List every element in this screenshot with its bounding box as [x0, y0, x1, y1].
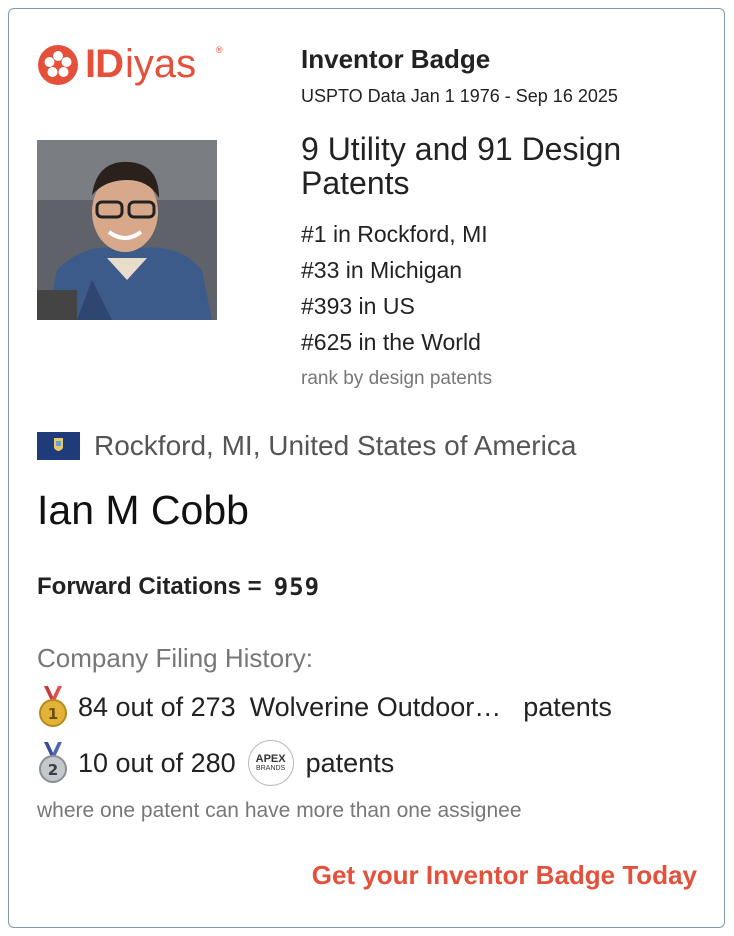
filing-count: 10 out of 280 [78, 747, 236, 778]
patents-suffix: patents [523, 691, 612, 722]
citations-value: 959 [273, 573, 321, 601]
company-name[interactable]: Wolverine Outdoor… [250, 692, 502, 723]
forward-citations: Forward Citations = 959 [37, 573, 320, 601]
data-range: USPTO Data Jan 1 1976 - Sep 16 2025 [301, 86, 618, 106]
filing-history-row: 2 10 out of 280 APEX BRANDS patents [37, 740, 394, 786]
flower-logo-icon [38, 45, 78, 85]
registered-mark: ® [216, 45, 223, 55]
logo-iyas-text: iyas [125, 42, 197, 86]
silver-medal-icon: 2 [39, 742, 67, 783]
apex-logo-top: APEX [255, 752, 286, 765]
apex-brands-logo[interactable]: APEX BRANDS [247, 740, 294, 786]
apex-logo-bottom: BRANDS [256, 764, 286, 772]
logo-id-text: ID [85, 42, 124, 86]
rank-country: #393 in US [301, 293, 415, 319]
filing-count: 84 out of 273 [78, 691, 236, 722]
patents-suffix: patents [305, 747, 395, 778]
gold-medal-number: 1 [48, 705, 58, 723]
filing-history-label: Company Filing History: [37, 643, 313, 673]
rank-world: #625 in the World [301, 329, 481, 355]
badge-title: Inventor Badge [301, 44, 491, 74]
filing-history-row: 1 84 out of 273 Wolverine Outdoor… paten… [37, 686, 612, 728]
rank-state: #33 in Michigan [301, 257, 463, 283]
inventor-photo-image [37, 140, 217, 320]
gold-medal-icon: 1 [39, 686, 67, 727]
idiyas-logo[interactable]: ID iyas [37, 44, 196, 100]
inventor-photo [37, 140, 217, 320]
michigan-flag-icon [37, 432, 80, 460]
get-badge-link[interactable]: Get your Inventor Badge Today [312, 860, 697, 891]
silver-medal-number: 2 [48, 761, 58, 779]
inventor-name: Ian M Cobb [37, 487, 249, 533]
citations-label: Forward Citations = [37, 573, 262, 600]
location-text: Rockford, MI, United States of America [94, 430, 577, 461]
location: Rockford, MI, United States of America [37, 430, 576, 462]
logo-wordmark: ID iyas [85, 44, 196, 84]
rank-city: #1 in Rockford, MI [301, 221, 488, 247]
patent-count: 9 Utility and 91 Design Patents [301, 131, 622, 201]
rank-note: rank by design patents [301, 368, 493, 389]
rank-list: #1 in Rockford, MI #33 in Michigan #393 … [301, 218, 488, 362]
filing-footnote: where one patent can have more than one … [37, 799, 522, 822]
